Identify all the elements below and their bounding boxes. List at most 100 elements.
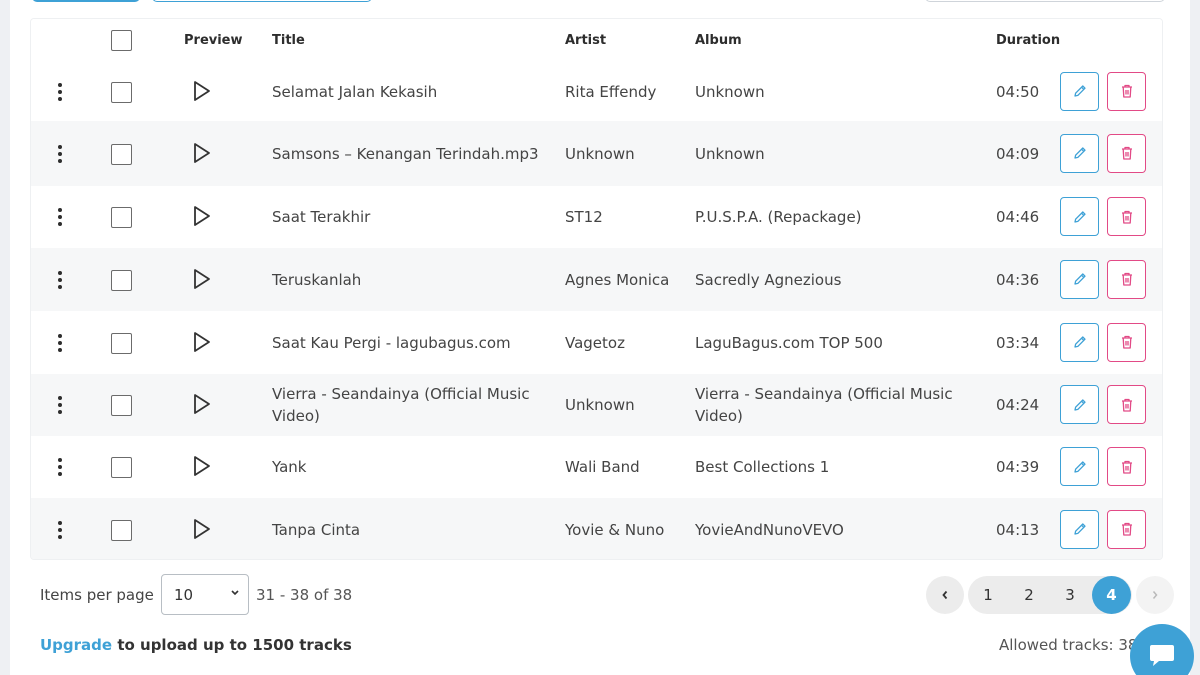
row-checkbox[interactable] <box>111 519 132 541</box>
track-title-text: Saat Kau Pergi - lagubagus.com <box>272 333 511 352</box>
track-duration-text: 04:39 <box>996 458 1040 476</box>
track-artist: Rita Effendy <box>565 62 675 121</box>
page-button-active[interactable]: 4 <box>1092 576 1131 614</box>
upgrade-text: to upload up to 1500 tracks <box>112 636 352 654</box>
track-title-text: Yank <box>272 458 307 476</box>
table-row: Yank Wali Band Best Collections 1 04:39 <box>31 436 1162 498</box>
row-checkbox[interactable] <box>111 395 132 416</box>
delete-button[interactable] <box>1107 197 1146 236</box>
kebab-menu-icon[interactable] <box>57 333 63 352</box>
delete-button[interactable] <box>1107 259 1146 299</box>
delete-button[interactable] <box>1107 322 1146 362</box>
row-checkbox[interactable] <box>111 457 132 478</box>
kebab-menu-icon[interactable] <box>57 144 63 163</box>
secondary-action-button[interactable] <box>152 0 372 2</box>
page-button-2[interactable]: 2 <box>1009 576 1049 614</box>
play-icon[interactable] <box>192 80 212 102</box>
track-artist-text: Rita Effendy <box>565 82 657 101</box>
chevron-right-icon <box>1152 591 1158 599</box>
kebab-menu-icon[interactable] <box>57 270 63 289</box>
page-button-1[interactable]: 1 <box>968 576 1008 614</box>
select-all-checkbox[interactable] <box>111 30 132 51</box>
prev-page-button[interactable] <box>926 576 964 614</box>
track-album-text: LaguBagus.com TOP 500 <box>695 333 883 352</box>
row-checkbox[interactable] <box>111 332 132 354</box>
primary-action-button[interactable] <box>32 0 140 2</box>
kebab-menu-icon[interactable] <box>57 520 63 539</box>
next-page-button[interactable] <box>1136 576 1174 614</box>
upgrade-message: Upgrade to upload up to 1500 tracks <box>40 636 352 654</box>
track-album-text: Vierra - Seandainya (Official Music Vide… <box>695 385 953 425</box>
header-preview: Preview <box>184 33 243 48</box>
play-icon[interactable] <box>192 142 212 164</box>
items-per-page-value: 10 <box>174 586 194 604</box>
edit-button[interactable] <box>1060 133 1099 173</box>
edit-button[interactable] <box>1060 447 1099 486</box>
edit-button[interactable] <box>1060 259 1099 299</box>
edit-button[interactable] <box>1060 322 1099 362</box>
row-checkbox[interactable] <box>111 207 132 228</box>
trash-icon <box>1121 460 1132 474</box>
track-duration: 03:34 <box>996 311 1056 374</box>
pencil-icon <box>1073 210 1086 223</box>
edit-button[interactable] <box>1060 509 1099 549</box>
play-icon[interactable] <box>192 205 212 227</box>
edit-button[interactable] <box>1060 197 1099 236</box>
track-artist: Unknown <box>565 121 675 186</box>
header-album[interactable]: Album <box>695 33 742 48</box>
search-input[interactable] <box>925 0 1165 2</box>
track-title-text: Vierra - Seandainya (Official Music Vide… <box>272 385 530 425</box>
tracks-table: Preview Title Artist Album Duration Sela… <box>30 18 1163 560</box>
track-album-text: Sacredly Agnezious <box>695 270 842 289</box>
track-title-text: Tanpa Cinta <box>272 520 361 539</box>
track-duration-text: 04:13 <box>996 520 1040 539</box>
track-title: Yank <box>272 436 542 498</box>
track-title-text: Saat Terakhir <box>272 208 371 226</box>
track-artist-text: Yovie & Nuno <box>565 520 665 539</box>
track-duration-text: 03:34 <box>996 333 1040 352</box>
track-title: Teruskanlah <box>272 248 542 311</box>
table-row: Tanpa Cinta Yovie & Nuno YovieAndNunoVEV… <box>31 498 1162 559</box>
track-artist: ST12 <box>565 186 675 248</box>
row-checkbox[interactable] <box>111 81 132 103</box>
delete-button[interactable] <box>1107 447 1146 486</box>
upgrade-link[interactable]: Upgrade <box>40 636 112 654</box>
track-artist-text: Vagetoz <box>565 333 625 352</box>
kebab-menu-icon[interactable] <box>57 396 63 414</box>
page-button-3[interactable]: 3 <box>1050 576 1090 614</box>
track-duration: 04:36 <box>996 248 1056 311</box>
delete-button[interactable] <box>1107 509 1146 549</box>
track-album-text: P.U.S.P.A. (Repackage) <box>695 208 862 226</box>
trash-icon <box>1121 398 1132 412</box>
play-icon[interactable] <box>192 455 212 477</box>
delete-button[interactable] <box>1107 133 1146 173</box>
play-icon[interactable] <box>192 518 212 540</box>
track-title: Saat Kau Pergi - lagubagus.com <box>272 311 542 374</box>
track-title-text: Teruskanlah <box>272 270 362 289</box>
header-artist[interactable]: Artist <box>565 33 606 48</box>
edit-button[interactable] <box>1060 385 1099 424</box>
delete-button[interactable] <box>1107 385 1146 424</box>
items-per-page-select[interactable]: 10 <box>161 574 249 615</box>
allowed-tracks: Allowed tracks: 38 / <box>999 636 1148 654</box>
trash-icon <box>1121 84 1132 98</box>
track-duration-text: 04:36 <box>996 270 1040 289</box>
header-title[interactable]: Title <box>272 33 305 48</box>
play-icon[interactable] <box>192 331 212 353</box>
kebab-menu-icon[interactable] <box>57 82 63 101</box>
track-title: Samsons – Kenangan Terindah.mp3 <box>272 121 542 186</box>
track-album: LaguBagus.com TOP 500 <box>695 311 965 374</box>
row-checkbox[interactable] <box>111 143 132 165</box>
track-title: Saat Terakhir <box>272 186 542 248</box>
delete-button[interactable] <box>1107 71 1146 111</box>
edit-button[interactable] <box>1060 71 1099 111</box>
kebab-menu-icon[interactable] <box>57 458 63 476</box>
trash-icon <box>1121 272 1132 286</box>
header-duration[interactable]: Duration <box>996 33 1060 48</box>
play-icon[interactable] <box>192 268 212 290</box>
track-album: Unknown <box>695 62 965 121</box>
row-checkbox[interactable] <box>111 269 132 291</box>
kebab-menu-icon[interactable] <box>57 208 63 226</box>
chat-bubble-icon <box>1150 645 1174 666</box>
play-icon[interactable] <box>192 393 212 415</box>
